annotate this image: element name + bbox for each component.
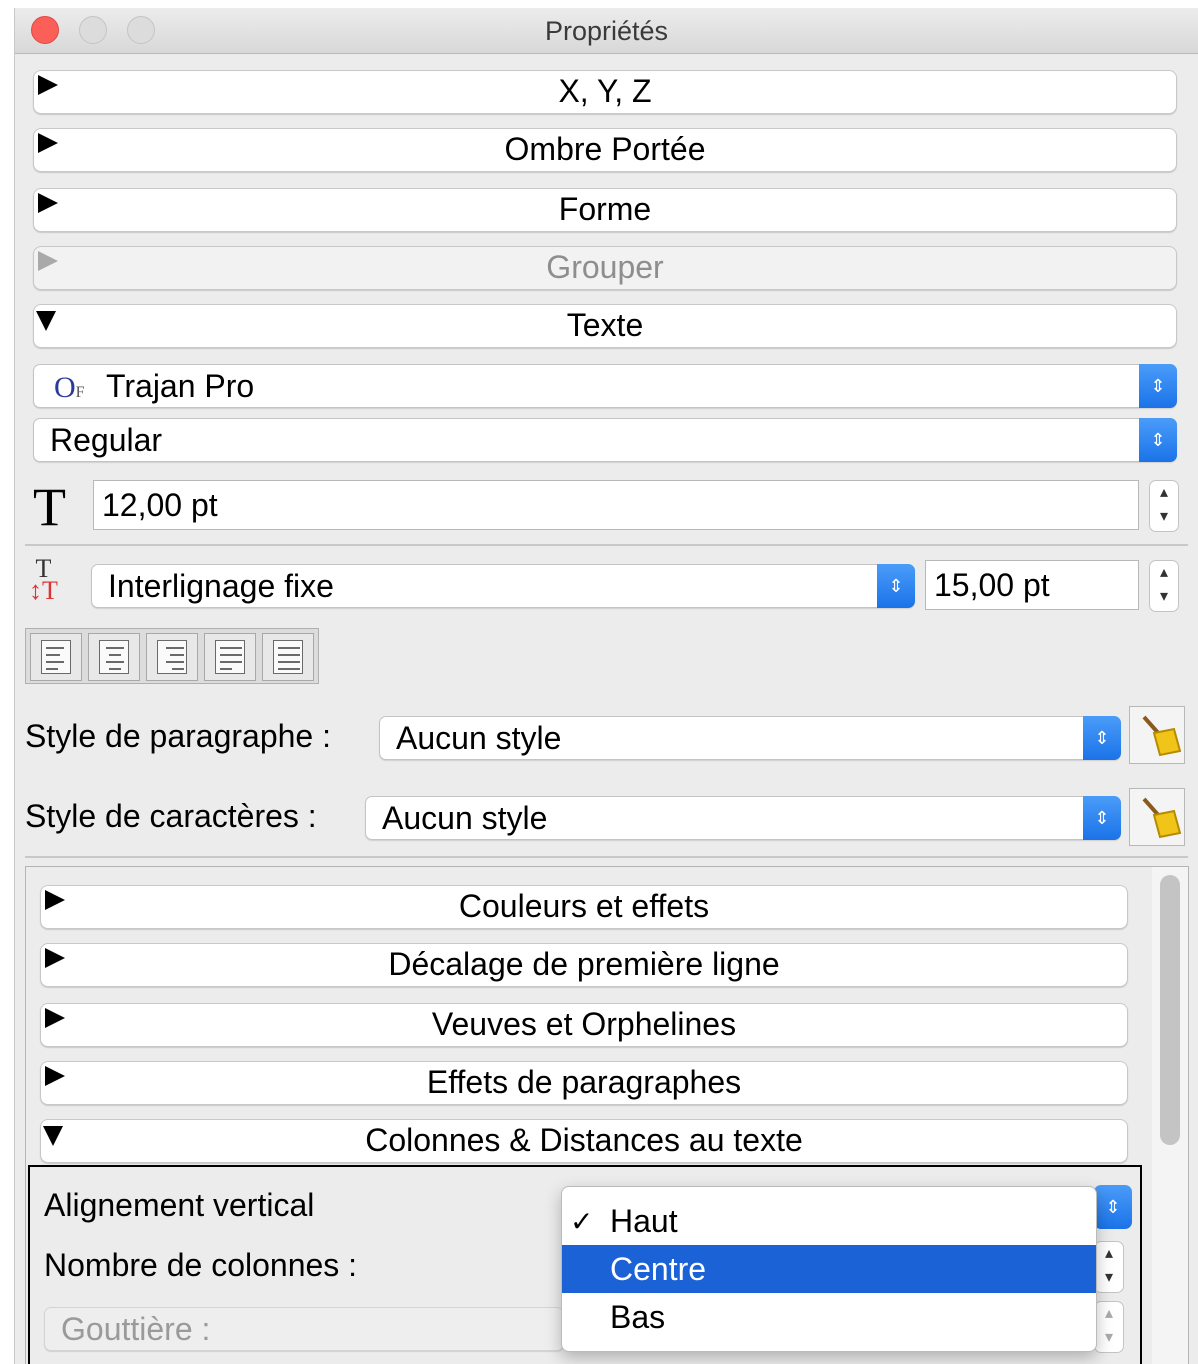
section-widows-orphans-label: Veuves et Orphelines: [431, 1006, 737, 1042]
gutter-stepper: ▴ ▾: [1094, 1301, 1124, 1353]
align-justify-icon: [215, 640, 245, 674]
character-style-popup[interactable]: Aucun style ⇕: [365, 796, 1121, 840]
columns-count-stepper[interactable]: ▴ ▾: [1094, 1241, 1124, 1293]
line-spacing-icon: T ↕T: [29, 554, 58, 605]
opentype-font-icon: OF: [54, 371, 85, 404]
broom-icon: [1142, 715, 1182, 757]
section-text-label: Texte: [566, 307, 644, 343]
section-shape[interactable]: Forme: [33, 188, 1177, 232]
character-style-value: Aucun style: [382, 800, 548, 836]
section-xyz[interactable]: X, Y, Z: [33, 70, 1177, 114]
character-style-label: Style de caractères :: [25, 798, 317, 834]
align-right-button[interactable]: [146, 633, 198, 681]
scrollbar-thumb[interactable]: [1160, 875, 1180, 1145]
line-spacing-stepper[interactable]: ▴ ▾: [1149, 560, 1179, 612]
line-spacing-mode-popup[interactable]: Interlignage fixe ⇕: [91, 564, 915, 608]
font-size-stepper[interactable]: ▴ ▾: [1149, 480, 1179, 532]
font-family-value: Trajan Pro: [106, 368, 255, 404]
align-right-icon: [157, 640, 187, 674]
columns-count-label: Nombre de colonnes :: [44, 1247, 358, 1283]
popup-arrows-icon: ⇕: [1083, 716, 1121, 760]
paragraph-style-label: Style de paragraphe :: [25, 718, 331, 754]
section-colors-effects[interactable]: Couleurs et effets: [40, 885, 1128, 929]
section-shape-label: Forme: [558, 191, 652, 227]
align-center-icon: [99, 640, 129, 674]
paragraph-style-popup[interactable]: Aucun style ⇕: [379, 716, 1121, 760]
clear-paragraph-style-button[interactable]: [1129, 706, 1185, 764]
popup-arrows-icon: ⇕: [1083, 796, 1121, 840]
align-justify-button[interactable]: [204, 633, 256, 681]
section-drop-shadow[interactable]: Ombre Portée: [33, 128, 1177, 172]
font-style-value: Regular: [50, 422, 163, 458]
popup-arrows-icon: ⇕: [1139, 364, 1177, 408]
line-spacing-field[interactable]: 15,00 pt: [925, 560, 1139, 610]
align-force-justify-button[interactable]: [262, 633, 314, 681]
popup-arrows-icon: ⇕: [1139, 418, 1177, 462]
popup-arrows-icon: ⇕: [877, 564, 915, 608]
alignment-button-group: [25, 628, 319, 684]
menu-item-center[interactable]: Centre: [562, 1245, 1096, 1293]
font-style-popup[interactable]: Regular ⇕: [33, 418, 1177, 462]
gutter-label: Gouttière :: [61, 1311, 211, 1347]
vertical-alignment-label: Alignement vertical: [44, 1187, 315, 1223]
scrollbar[interactable]: [1152, 867, 1188, 1364]
section-paragraph-effects-label: Effets de paragraphes: [426, 1064, 742, 1100]
section-first-line-offset[interactable]: Décalage de première ligne: [40, 943, 1128, 987]
align-center-button[interactable]: [88, 633, 140, 681]
align-left-button[interactable]: [30, 633, 82, 681]
menu-item-bottom[interactable]: Bas: [562, 1293, 1096, 1341]
font-size-value: 12,00 pt: [102, 487, 218, 523]
font-family-popup[interactable]: OF Trajan Pro ⇕: [33, 364, 1177, 408]
section-group: Grouper: [33, 246, 1177, 290]
title-bar: Propriétés: [15, 8, 1198, 54]
checkmark-icon: ✓: [570, 1206, 594, 1237]
gutter-field: Gouttière :: [44, 1307, 564, 1351]
line-spacing-value: 15,00 pt: [934, 567, 1050, 603]
broom-icon: [1142, 797, 1182, 839]
section-xyz-label: X, Y, Z: [558, 73, 652, 109]
section-group-label: Grouper: [546, 249, 664, 285]
font-size-icon: T: [33, 477, 66, 537]
separator: [25, 856, 1188, 858]
section-colors-effects-label: Couleurs et effets: [458, 888, 710, 924]
clear-character-style-button[interactable]: [1129, 788, 1185, 846]
window-title: Propriétés: [544, 16, 669, 46]
separator: [25, 544, 1188, 546]
paragraph-style-value: Aucun style: [396, 720, 562, 756]
menu-item-top[interactable]: ✓ Haut: [562, 1197, 1096, 1245]
section-first-line-offset-label: Décalage de première ligne: [388, 946, 780, 982]
section-columns-distances[interactable]: Colonnes & Distances au texte: [40, 1119, 1128, 1163]
section-columns-distances-label: Colonnes & Distances au texte: [365, 1122, 803, 1158]
font-size-field[interactable]: 12,00 pt: [93, 480, 1139, 530]
properties-window: Propriétés X, Y, Z Ombre Portée Forme Gr…: [14, 8, 1198, 1364]
section-paragraph-effects[interactable]: Effets de paragraphes: [40, 1061, 1128, 1105]
section-widows-orphans[interactable]: Veuves et Orphelines: [40, 1003, 1128, 1047]
menu-item-label: Haut: [610, 1203, 678, 1239]
align-force-justify-icon: [273, 640, 303, 674]
menu-item-label: Centre: [610, 1251, 707, 1287]
section-drop-shadow-label: Ombre Portée: [504, 131, 706, 167]
menu-item-label: Bas: [610, 1299, 666, 1335]
vertical-alignment-popup-arrows[interactable]: ⇕: [1094, 1185, 1132, 1229]
line-spacing-mode-value: Interlignage fixe: [108, 568, 334, 604]
section-text[interactable]: Texte: [33, 304, 1177, 348]
vertical-alignment-menu: ✓ Haut Centre Bas: [561, 1186, 1097, 1352]
align-left-icon: [41, 640, 71, 674]
